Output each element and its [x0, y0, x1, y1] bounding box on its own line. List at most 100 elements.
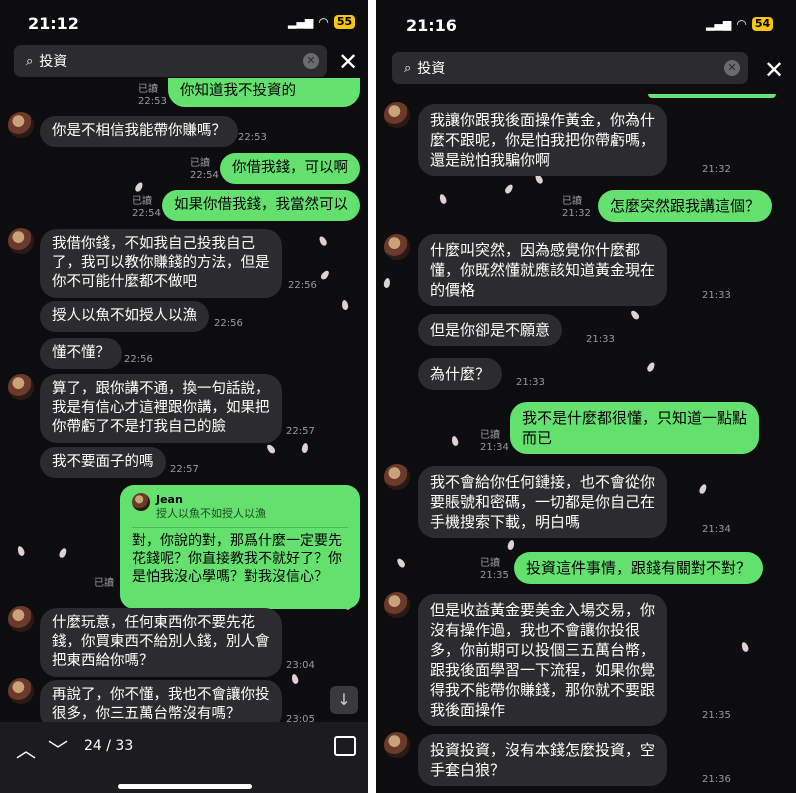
petal-decoration: [290, 673, 300, 685]
contact-avatar[interactable]: [8, 374, 34, 400]
petal-decoration: [301, 442, 309, 454]
message-time: 21:32: [702, 164, 731, 175]
search-input[interactable]: ⌕ 投資 ✕: [392, 52, 748, 84]
message-time: 21:36: [702, 774, 731, 785]
read-receipt: 已讀: [480, 430, 500, 441]
petal-decoration: [395, 557, 407, 569]
calendar-icon[interactable]: [334, 736, 356, 756]
incoming-message[interactable]: 我借你錢，不如我自己投我自己 了，我可以教你賺錢的方法，但是 你不可能什麼都不做…: [40, 229, 282, 298]
incoming-message[interactable]: 但是你卻是不願意: [418, 314, 563, 346]
contact-avatar[interactable]: [384, 464, 410, 490]
incoming-message[interactable]: 我不要面子的嗎: [40, 447, 166, 478]
chevron-down-icon: ﹀: [48, 738, 68, 762]
message-time: 22:54: [132, 208, 161, 219]
right-chat-screen: 21:16 ▂▄▆ ◠ 54 ⌕ 投資 ✕ ✕ 我讓你跟我後面操作黃金，你為什 …: [376, 0, 796, 793]
incoming-message[interactable]: 算了，跟你講不通，換一句話說， 我是有信心才這裡跟你講，如果把 你帶虧了不是打我…: [40, 374, 282, 443]
message-time: 22:57: [170, 464, 199, 475]
status-icons: ▂▄▆ ◠ 54: [706, 17, 774, 31]
incoming-message[interactable]: 什麼叫突然，因為感覺你什麼都 懂，你既然懂就應該知道黃金現在 的價格: [418, 234, 668, 306]
battery-indicator: 54: [751, 17, 774, 31]
petal-decoration: [383, 277, 391, 289]
message-time: 22:56: [214, 318, 243, 329]
reply-sender: Jean: [156, 493, 183, 506]
message-time: 21:33: [702, 290, 731, 301]
message-time: 21:33: [586, 334, 615, 345]
reply-body: 對，你說的對，那爲什麼一定要先 花錢呢？你直接教我不就好了？你 是怕我沒心學嗎？…: [132, 533, 342, 585]
contact-avatar[interactable]: [384, 592, 410, 618]
read-receipt: 已讀: [132, 196, 152, 207]
message-time: 22:57: [286, 426, 315, 437]
battery-indicator: 55: [333, 15, 356, 29]
incoming-message[interactable]: 授人以魚不如授人以漁: [40, 301, 209, 332]
incoming-message[interactable]: 懂不懂？: [40, 338, 122, 369]
contact-avatar[interactable]: [8, 228, 34, 254]
wifi-icon: ◠: [736, 17, 747, 31]
contact-avatar[interactable]: [8, 678, 34, 704]
wifi-icon: ◠: [318, 15, 329, 29]
message-time: 21:34: [480, 442, 509, 453]
petal-decoration: [265, 443, 277, 455]
message-time: 22:53: [138, 96, 167, 107]
close-search-button[interactable]: ✕: [338, 50, 358, 74]
read-receipt: 已讀: [562, 196, 582, 207]
incoming-message[interactable]: 為什麼？: [418, 358, 503, 390]
close-search-button[interactable]: ✕: [764, 58, 784, 82]
message-time: 21:35: [480, 570, 509, 581]
signal-icon: ▂▄▆: [706, 17, 732, 31]
contact-avatar[interactable]: [8, 112, 34, 138]
petal-decoration: [341, 299, 349, 311]
incoming-message[interactable]: 什麼玩意，任何東西你不要先花 錢，你買東西不給別人錢，別人會 把東西給你嗎？: [40, 608, 282, 677]
reply-message[interactable]: Jean 授人以魚不如授人以漁 對，你說的對，那爲什麼一定要先 花錢呢？你直接教…: [120, 485, 360, 609]
chevron-up-icon: ︿: [16, 738, 36, 762]
petal-decoration: [319, 269, 331, 281]
petal-decoration: [740, 641, 750, 653]
scroll-down-button[interactable]: ↓: [330, 686, 358, 714]
contact-avatar[interactable]: [384, 234, 410, 260]
search-icon: ⌕: [404, 60, 412, 76]
outgoing-message[interactable]: 怎麼突然跟我講這個？: [598, 190, 773, 222]
left-chat-screen: 21:12 ▂▄▆ ◠ 55 ⌕ 投資 ✕ ✕ 已讀 22:53 你知道我不投資…: [0, 0, 368, 793]
search-nav-bar: ︿ ﹀ 24 / 33: [0, 722, 368, 793]
outgoing-message[interactable]: 我不是什麼都很懂，只知道一點點 而已: [510, 402, 760, 454]
petal-decoration: [629, 309, 641, 321]
search-input[interactable]: ⌕ 投資 ✕: [14, 45, 327, 77]
incoming-message[interactable]: 我讓你跟我後面操作黃金，你為什 麼不跟呢，你是怕我把你帶虧嗎， 還是說怕我騙你啊: [418, 104, 668, 176]
incoming-message[interactable]: 我不會給你任何鏈接，也不會從你 要賬號和密碼，一切都是你自己在 手機搜索下載，明…: [418, 466, 668, 538]
next-result-button[interactable]: ﹀: [48, 734, 68, 763]
outgoing-message-cut: [648, 94, 776, 98]
search-query: 投資: [417, 61, 446, 77]
status-time: 21:12: [28, 14, 79, 33]
signal-icon: ▂▄▆: [288, 15, 314, 29]
petal-decoration: [645, 361, 657, 373]
outgoing-message[interactable]: 你知道我不投資的: [168, 78, 360, 107]
outgoing-message[interactable]: 如果你借我錢，我當然可以: [162, 190, 360, 221]
outgoing-message[interactable]: 投資這件事情，跟錢有關對不對？: [514, 552, 764, 584]
reply-quote[interactable]: Jean 授人以魚不如授人以漁: [132, 493, 348, 521]
incoming-message[interactable]: 投資投資，沒有本錢怎麼投資，空 手套白狼？: [418, 734, 668, 786]
result-pager: 24 / 33: [84, 738, 134, 754]
petal-decoration: [133, 181, 145, 193]
search-query: 投資: [39, 54, 68, 70]
clear-search-icon[interactable]: ✕: [303, 53, 319, 69]
search-icon: ⌕: [26, 53, 34, 69]
reply-avatar: [132, 493, 150, 511]
petal-decoration: [450, 435, 460, 447]
contact-avatar[interactable]: [8, 606, 34, 632]
incoming-message[interactable]: 但是收益黃金要美金入場交易，你 沒有操作過，我也不會讓你投很 多，你前期可以投個…: [418, 594, 668, 726]
previous-result-button[interactable]: ︿: [16, 734, 36, 763]
contact-avatar[interactable]: [384, 732, 410, 758]
home-indicator: [118, 784, 252, 789]
clear-search-icon[interactable]: ✕: [724, 60, 740, 76]
message-time: 21:32: [562, 208, 591, 219]
petal-decoration: [698, 483, 708, 495]
status-time: 21:16: [406, 16, 457, 35]
message-time: 22:56: [124, 354, 153, 365]
incoming-message[interactable]: 你是不相信我能帶你賺嗎？: [40, 116, 238, 147]
petal-decoration: [317, 235, 329, 247]
status-icons: ▂▄▆ ◠ 55: [288, 15, 356, 29]
reply-divider: [132, 527, 348, 528]
outgoing-message[interactable]: 你借我錢，可以啊: [220, 153, 360, 184]
read-receipt: 已讀: [138, 84, 158, 95]
arrow-down-icon: ↓: [337, 690, 351, 709]
contact-avatar[interactable]: [384, 102, 410, 128]
